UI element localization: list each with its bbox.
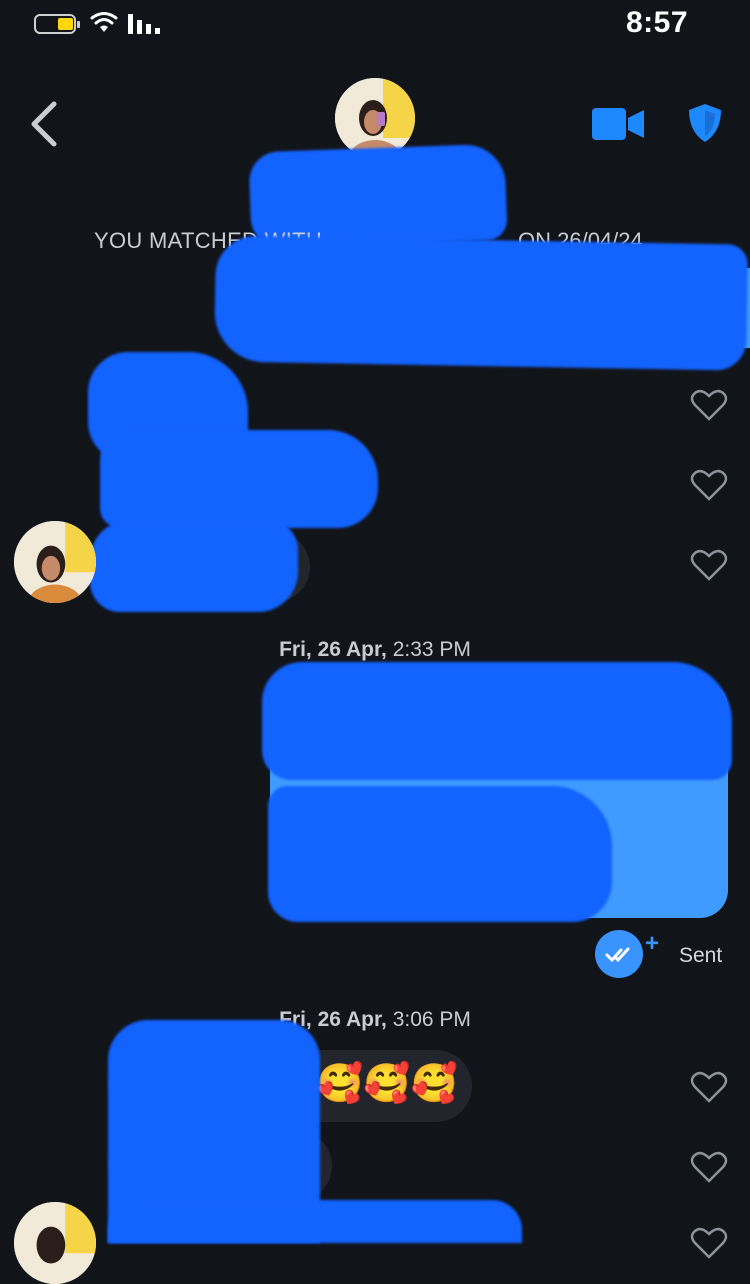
heart-icon[interactable]: [690, 1150, 728, 1184]
heart-icon[interactable]: [690, 1226, 728, 1260]
status-time: 8:57: [625, 6, 688, 39]
wifi-icon: [90, 12, 118, 32]
sent-status: Sent: [679, 944, 723, 967]
plus-icon[interactable]: +: [645, 930, 659, 958]
shield-icon[interactable]: [686, 102, 724, 144]
heart-icon[interactable]: [690, 388, 728, 422]
redaction: [108, 1200, 522, 1243]
heart-icon[interactable]: [690, 548, 728, 582]
match-avatar[interactable]: [335, 78, 415, 158]
video-icon[interactable]: [590, 106, 646, 142]
double-check-icon: [595, 930, 643, 978]
heart-icon[interactable]: [690, 1070, 728, 1104]
redaction: [262, 662, 732, 780]
message-timestamp: Fri, 26 Apr, 3:06 PM: [279, 1008, 471, 1031]
message-timestamp: Fri, 26 Apr, 2:33 PM: [279, 638, 471, 661]
redaction: [268, 786, 612, 922]
emoji-text: 🥰🥰🥰: [316, 1063, 458, 1105]
match-avatar[interactable]: [14, 1202, 96, 1284]
redaction: [100, 430, 378, 528]
battery-icon: [34, 14, 80, 34]
heart-icon[interactable]: [690, 468, 728, 502]
redaction: [90, 520, 298, 612]
match-avatar[interactable]: [14, 521, 96, 603]
back-icon[interactable]: [28, 100, 60, 148]
signal-icon: [128, 14, 160, 34]
redaction: [213, 235, 749, 371]
